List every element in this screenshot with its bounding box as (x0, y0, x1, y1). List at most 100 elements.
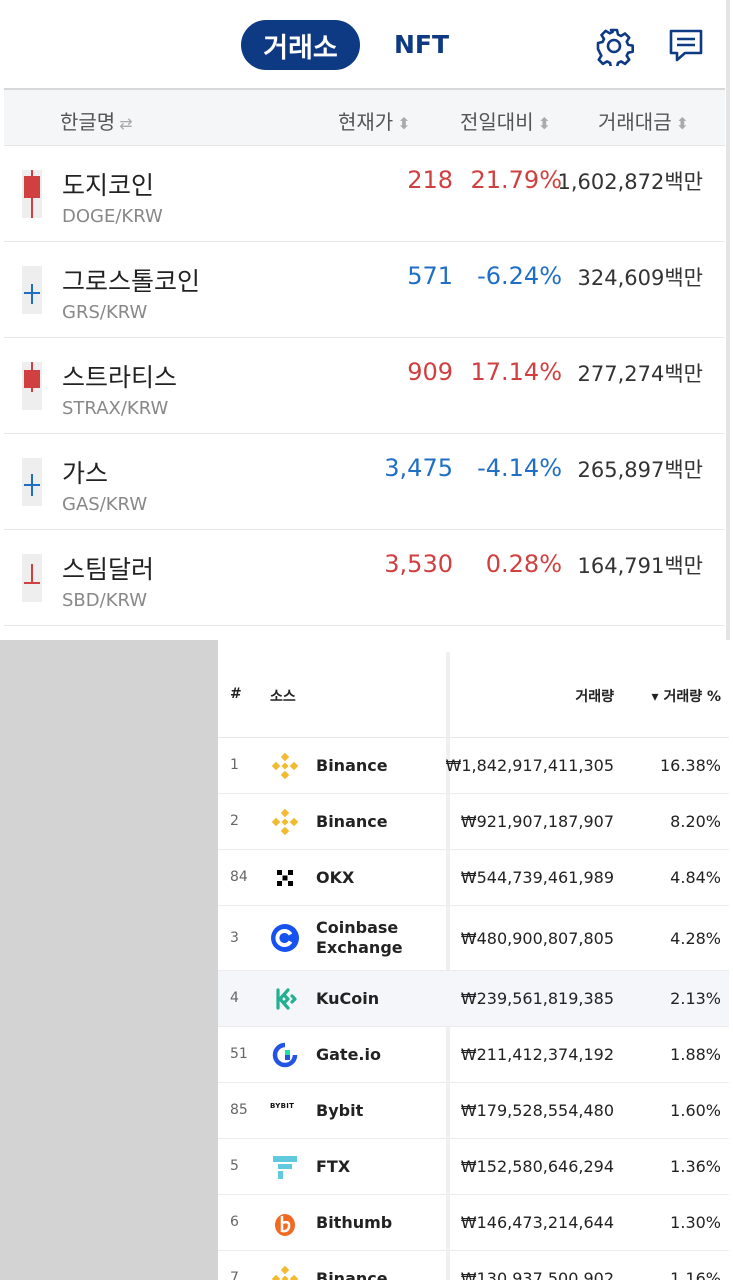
header-volume[interactable]: 거래량 (575, 686, 614, 706)
table-header: # 소스 거래량 ▾ 거래량 % (218, 652, 729, 738)
sort-icon: ⬍ (537, 114, 552, 133)
coin-volume: 324,609백만 (577, 266, 703, 290)
coin-price: 3,475 (384, 454, 453, 482)
coin-pair: GAS/KRW (62, 494, 148, 515)
coin-name: 가스 (62, 459, 109, 488)
header-volume-pct[interactable]: ▾ 거래량 % (652, 686, 721, 706)
row-volume: ₩152,580,646,294 (460, 1157, 614, 1176)
coin-change: 0.28% (485, 550, 562, 578)
coin-price: 909 (407, 358, 453, 386)
coin-row[interactable]: 스트라티스 STRAX/KRW 909 17.14% 277,274백만 (4, 338, 725, 434)
markets-table: # 소스 거래량 ▾ 거래량 % 1 Binance ₩1,842,917,41… (218, 652, 729, 1280)
tab-nft[interactable]: NFT (394, 30, 449, 59)
coin-price: 218 (407, 166, 453, 194)
row-rank: 51 (230, 1046, 248, 1062)
exchange-name[interactable]: FTX (316, 1157, 350, 1176)
gateio-logo (270, 1040, 300, 1070)
row-volume-pct: 1.88% (670, 1045, 721, 1064)
col-change-sort[interactable]: 전일대비 ⬍ (460, 106, 551, 135)
table-row[interactable]: 3 Coinbase Exchange ₩480,900,807,805 4.2… (218, 906, 729, 971)
app-header: 거래소 NFT (0, 0, 725, 88)
col-price-sort[interactable]: 현재가 ⬍ (338, 106, 411, 135)
coin-row[interactable]: 도지코인 DOGE/KRW 218 21.79% 1,602,872백만 (4, 146, 725, 242)
gear-icon[interactable] (594, 26, 634, 69)
coin-pair: STRAX/KRW (62, 398, 169, 419)
candle-icon (22, 266, 42, 314)
binance-logo (270, 807, 300, 837)
coin-row[interactable]: 그로스톨코인 GRS/KRW 571 -6.24% 324,609백만 (4, 242, 725, 338)
coin-volume: 1,602,872백만 (557, 170, 703, 194)
sort-icon: ⬍ (397, 114, 411, 133)
coin-change: -6.24% (477, 262, 562, 290)
coin-volume: 265,897백만 (577, 458, 703, 482)
exchange-name[interactable]: Bithumb (316, 1213, 392, 1232)
coinbase-logo (270, 923, 300, 953)
table-row[interactable]: 1 Binance ₩1,842,917,411,305 16.38% (218, 738, 729, 794)
col-name-sort[interactable]: 한글명 ⇄ (60, 106, 133, 135)
coin-price: 571 (407, 262, 453, 290)
table-row[interactable]: 85 BYBIT Bybit ₩179,528,554,480 1.60% (218, 1083, 729, 1139)
header-rank[interactable]: # (230, 686, 242, 702)
row-rank: 6 (230, 1214, 239, 1230)
row-volume: ₩480,900,807,805 (460, 929, 614, 948)
scrollbar[interactable] (726, 0, 730, 640)
binance-logo (270, 751, 300, 781)
row-rank: 1 (230, 757, 239, 773)
table-row[interactable]: 2 Binance ₩921,907,187,907 8.20% (218, 794, 729, 850)
row-rank: 85 (230, 1102, 248, 1118)
row-volume-pct: 1.36% (670, 1157, 721, 1176)
row-volume-pct: 4.84% (670, 868, 721, 887)
exchange-name-line2[interactable]: Exchange (316, 938, 403, 957)
row-rank: 4 (230, 990, 239, 1006)
coin-volume: 277,274백만 (577, 362, 703, 386)
table-row[interactable]: 7 Binance ₩130,937,500,902 1.16% (218, 1251, 729, 1280)
row-volume-pct: 1.16% (670, 1269, 721, 1280)
exchange-name[interactable]: KuCoin (316, 989, 379, 1008)
row-volume-pct: 4.28% (670, 929, 721, 948)
coin-row[interactable]: 스팀달러 SBD/KRW 3,530 0.28% 164,791백만 (4, 530, 725, 626)
gray-area (0, 640, 218, 1280)
table-row[interactable]: 51 Gate.io ₩211,412,374,192 1.88% (218, 1027, 729, 1083)
col-volume-sort[interactable]: 거래대금 ⬍ (598, 106, 689, 135)
chat-icon[interactable] (666, 26, 706, 66)
table-row[interactable]: 4 KuCoin ₩239,561,819,385 2.13% (218, 971, 729, 1027)
row-volume: ₩211,412,374,192 (460, 1045, 614, 1064)
exchange-name[interactable]: Gate.io (316, 1045, 381, 1064)
row-volume: ₩179,528,554,480 (460, 1101, 614, 1120)
exchange-app-panel: 거래소 NFT 한글명 ⇄ 현재가 ⬍ 전일대비 ⬍ 거래대금 ⬍ 도지코인 D… (0, 0, 733, 640)
row-volume-pct: 1.60% (670, 1101, 721, 1120)
table-row[interactable]: 5 FTX ₩152,580,646,294 1.36% (218, 1139, 729, 1195)
markets-panel: # 소스 거래량 ▾ 거래량 % 1 Binance ₩1,842,917,41… (0, 640, 733, 1280)
okx-logo (270, 863, 300, 893)
sort-icon: ⬍ (675, 114, 690, 133)
exchange-name[interactable]: Binance (316, 1269, 388, 1280)
row-volume: ₩130,937,500,902 (460, 1269, 614, 1280)
candle-icon (22, 458, 42, 506)
coin-name: 그로스톨코인 (62, 267, 201, 296)
row-rank: 3 (230, 930, 239, 946)
coin-row[interactable]: 가스 GAS/KRW 3,475 -4.14% 265,897백만 (4, 434, 725, 530)
coin-name: 도지코인 (62, 171, 155, 200)
exchange-name[interactable]: Bybit (316, 1101, 363, 1120)
table-row[interactable]: 84 OKX ₩544,739,461,989 4.84% (218, 850, 729, 906)
exchange-name[interactable]: OKX (316, 868, 354, 887)
column-header-row: 한글명 ⇄ 현재가 ⬍ 전일대비 ⬍ 거래대금 ⬍ (4, 90, 725, 146)
tab-exchange[interactable]: 거래소 (241, 20, 360, 70)
coin-pair: SBD/KRW (62, 590, 148, 611)
header-source[interactable]: 소스 (270, 686, 296, 706)
coin-change: 17.14% (470, 358, 562, 386)
candle-icon (22, 362, 42, 410)
exchange-name[interactable]: Binance (316, 812, 388, 831)
row-volume-pct: 16.38% (659, 756, 721, 775)
row-volume: ₩1,842,917,411,305 (445, 756, 615, 775)
ftx-logo (270, 1152, 300, 1182)
row-volume: ₩544,739,461,989 (460, 868, 614, 887)
spacer (218, 640, 733, 652)
exchange-name[interactable]: Binance (316, 756, 388, 775)
coin-price: 3,530 (384, 550, 453, 578)
exchange-name[interactable]: Coinbase (316, 918, 398, 937)
row-rank: 84 (230, 869, 248, 885)
table-row[interactable]: 6 Bithumb ₩146,473,214,644 1.30% (218, 1195, 729, 1251)
coin-change: -4.14% (477, 454, 562, 482)
binance-logo (270, 1264, 300, 1280)
